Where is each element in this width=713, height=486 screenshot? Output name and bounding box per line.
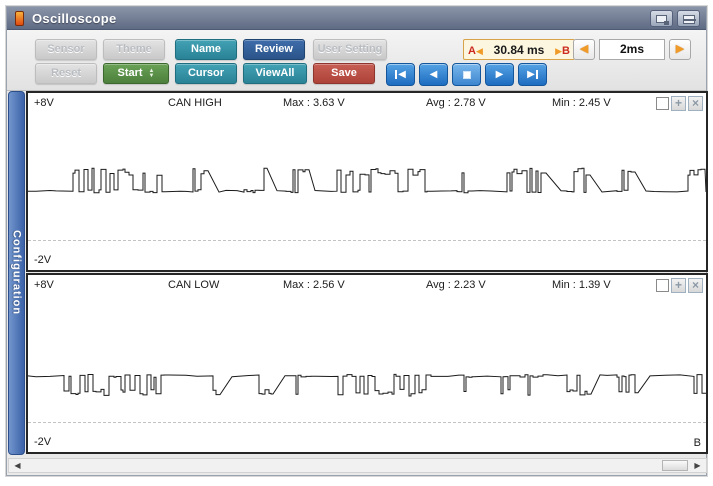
play-icon: ▶	[495, 69, 504, 80]
play-backward-button[interactable]: ◀	[419, 63, 448, 86]
viewall-button[interactable]: ViewAll	[243, 63, 307, 84]
theme-button[interactable]: Theme	[103, 39, 165, 60]
reset-button[interactable]: Reset	[35, 63, 97, 84]
ab-time-value: 30.84 ms	[493, 42, 545, 57]
marker-a-label: A	[468, 44, 476, 57]
channel2-bottom-voltage-label: -2V	[34, 436, 52, 448]
channel1-max: Max : 3.63 V	[283, 97, 345, 109]
start-spinner-icon: ▲ ▼	[148, 67, 155, 79]
channel2-top-voltage-label: +8V	[34, 279, 54, 291]
channel-can-low: +8V CAN LOW Max : 2.56 V Avg : 2.23 V Mi…	[26, 273, 708, 454]
step-back-icon: ◀	[398, 69, 406, 80]
channel-can-high: +8V CAN HIGH Max : 3.63 V Avg : 2.78 V M…	[26, 91, 708, 272]
scroll-left-icon[interactable]: ◀	[11, 460, 24, 471]
timebase-value[interactable]: 2ms	[599, 39, 665, 60]
stop-icon	[462, 70, 471, 79]
review-button[interactable]: Review	[243, 39, 305, 60]
marker-b-arrow-icon: ▶	[555, 45, 563, 56]
channel1-checkbox[interactable]	[656, 97, 669, 110]
name-button[interactable]: Name	[175, 39, 237, 60]
zero-gridline	[28, 422, 706, 423]
configuration-tab-label: Configuration	[10, 230, 23, 316]
timebase-increase-button[interactable]: ▶	[669, 39, 691, 60]
title-bar: Oscilloscope	[7, 7, 706, 30]
channel2-avg: Avg : 2.23 V	[426, 279, 486, 291]
scroll-right-icon[interactable]: ▶	[691, 460, 704, 471]
popup-window-icon	[656, 15, 669, 25]
channel1-add-button[interactable]: +	[671, 96, 686, 111]
cursor-b-marker: B	[693, 437, 701, 449]
app-icon	[15, 10, 24, 26]
play-button[interactable]: ▶	[485, 63, 514, 86]
skip-to-start-button[interactable]: ◀	[386, 63, 415, 86]
scrollbar-thumb[interactable]	[662, 460, 688, 471]
play-backward-icon: ◀	[429, 69, 438, 80]
left-arrow-icon: ◀	[579, 43, 589, 55]
timebase-decrease-button[interactable]: ◀	[573, 39, 595, 60]
can-high-waveform	[28, 167, 706, 194]
stop-button[interactable]	[452, 63, 481, 86]
marker-b-label: B	[562, 44, 570, 57]
toolbar: Sensor Theme Name Review User Setting A◀…	[7, 30, 706, 91]
configuration-tab[interactable]: Configuration	[8, 91, 25, 455]
channel2-add-button[interactable]: +	[671, 278, 686, 293]
minimize-window-icon	[683, 15, 696, 24]
ab-time-display[interactable]: A◀ 30.84 ms ▶B	[463, 39, 575, 60]
window-title: Oscilloscope	[32, 10, 117, 26]
window-minimize-button[interactable]	[677, 10, 700, 27]
start-button-label: Start	[117, 67, 143, 79]
channel2-min: Min : 1.39 V	[552, 279, 611, 291]
window-popup-button[interactable]	[650, 10, 673, 27]
channel2-close-button[interactable]: ×	[688, 278, 703, 293]
channel1-avg: Avg : 2.78 V	[426, 97, 486, 109]
cursor-button[interactable]: Cursor	[175, 63, 237, 84]
scope-main-area: Configuration +8V CAN HIGH Max : 3.63 V …	[7, 91, 708, 455]
zero-gridline	[28, 240, 706, 241]
step-forward-icon: ▶	[527, 69, 535, 80]
screenshot-root: Oscilloscope Sensor Theme Name Review Us…	[0, 0, 713, 486]
right-arrow-icon: ▶	[675, 43, 685, 55]
channel1-top-voltage-label: +8V	[34, 97, 54, 109]
bar-icon	[535, 70, 538, 79]
bar-icon	[395, 70, 398, 79]
channel2-name: CAN LOW	[168, 279, 220, 291]
channel2-max: Max : 2.56 V	[283, 279, 345, 291]
save-button[interactable]: Save	[313, 63, 375, 84]
start-button[interactable]: Start ▲ ▼	[103, 63, 169, 84]
can-low-waveform	[28, 373, 706, 397]
horizontal-scrollbar[interactable]: ◀ ▶	[8, 458, 707, 473]
sensor-button[interactable]: Sensor	[35, 39, 97, 60]
channel2-checkbox[interactable]	[656, 279, 669, 292]
marker-a-arrow-icon: ◀	[475, 45, 483, 56]
channel1-min: Min : 2.45 V	[552, 97, 611, 109]
channel1-bottom-voltage-label: -2V	[34, 254, 52, 266]
channel1-close-button[interactable]: ×	[688, 96, 703, 111]
user-setting-button[interactable]: User Setting	[313, 39, 387, 60]
skip-to-end-button[interactable]: ▶	[518, 63, 547, 86]
oscilloscope-window: Oscilloscope Sensor Theme Name Review Us…	[6, 6, 708, 476]
channel1-name: CAN HIGH	[168, 97, 222, 109]
